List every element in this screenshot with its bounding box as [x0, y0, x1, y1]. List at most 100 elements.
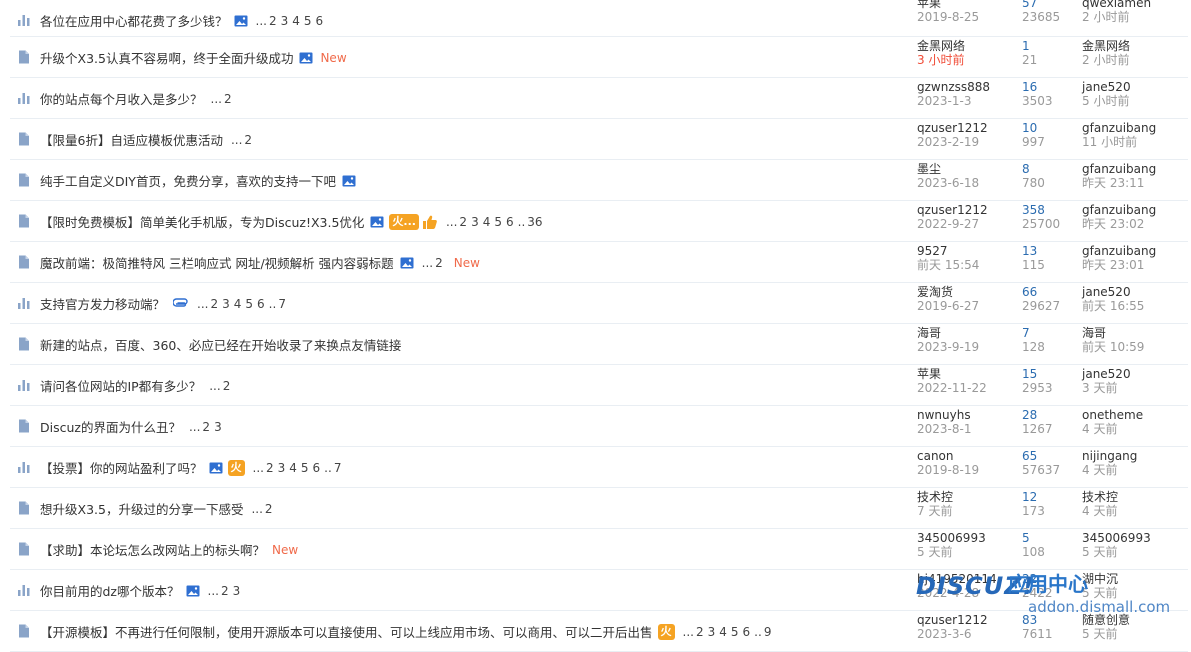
reply-count[interactable]: 16	[1022, 80, 1082, 94]
thread-title-link[interactable]: 你的站点每个月收入是多少？	[40, 89, 203, 108]
last-post-time[interactable]: 5 小时前	[1082, 94, 1182, 108]
reply-count[interactable]: 65	[1022, 449, 1082, 463]
thread-title-link[interactable]: 想升级X3.5，升级过的分享一下感受	[40, 499, 243, 518]
thread-title-link[interactable]: 【求助】本论坛怎么改网站上的标头啊？	[40, 540, 265, 559]
thread-title-link[interactable]: 各位在应用中心都花费了多少钱？	[40, 11, 228, 30]
thread-title-link[interactable]: 【投票】你的网站盈利了吗？	[40, 458, 203, 477]
last-poster[interactable]: qwexiamen	[1082, 0, 1182, 10]
reply-count[interactable]: 1	[1022, 39, 1082, 53]
thread-title-link[interactable]: 新建的站点，百度、360、必应已经在开始收录了来换点友情链接	[40, 335, 401, 354]
page-link[interactable]: 2	[224, 92, 232, 106]
page-link[interactable]: 3	[471, 215, 479, 229]
thread-title-link[interactable]: 升级个X3.5认真不容易啊，终于全面升级成功	[40, 48, 293, 67]
page-link[interactable]: 5	[245, 297, 253, 311]
page-link[interactable]: 3	[233, 584, 241, 598]
page-link[interactable]: 9	[764, 625, 772, 639]
page-link[interactable]: 3	[708, 625, 716, 639]
author-name[interactable]: 苹果	[917, 0, 1017, 10]
reply-count[interactable]: 358	[1022, 203, 1082, 217]
last-post-time[interactable]: 昨天 23:01	[1082, 258, 1182, 272]
page-link[interactable]: 4	[483, 215, 491, 229]
page-link[interactable]: 2	[265, 502, 273, 516]
thread-title-link[interactable]: 支持官方发力移动端？	[40, 294, 165, 313]
last-post-time[interactable]: 4 天前	[1082, 463, 1182, 477]
last-post-time[interactable]: 3 天前	[1082, 381, 1182, 395]
author-name[interactable]: qzuser1212	[917, 613, 1017, 627]
page-link[interactable]: 3	[222, 297, 230, 311]
page-link[interactable]: 5	[494, 215, 502, 229]
reply-count[interactable]: 15	[1022, 367, 1082, 381]
page-link[interactable]: 2	[223, 379, 231, 393]
reply-count[interactable]: 8	[1022, 162, 1082, 176]
last-post-time[interactable]: 前天 16:55	[1082, 299, 1182, 313]
page-link[interactable]: 2	[435, 256, 443, 270]
page-link[interactable]: 5	[731, 625, 739, 639]
author-name[interactable]: gzwnzss888	[917, 80, 1017, 94]
page-link[interactable]: 6	[257, 297, 265, 311]
author-name[interactable]: canon	[917, 449, 1017, 463]
page-link[interactable]: 2	[244, 133, 252, 147]
last-poster[interactable]: 湖中沉	[1082, 572, 1182, 586]
page-link[interactable]: 3	[214, 420, 222, 434]
author-name[interactable]: 9527	[917, 244, 1017, 258]
page-link[interactable]: 5	[304, 14, 312, 28]
thread-title-link[interactable]: 【限时免费模板】简单美化手机版，专为Discuz!X3.5优化	[40, 212, 364, 231]
page-link[interactable]: 6	[316, 14, 324, 28]
last-poster[interactable]: 金黑网络	[1082, 39, 1182, 53]
last-poster[interactable]: 海哥	[1082, 326, 1182, 340]
reply-count[interactable]: 5	[1022, 531, 1082, 545]
thread-title-link[interactable]: 你目前用的dz哪个版本？	[40, 581, 180, 600]
last-post-time[interactable]: 2 小时前	[1082, 53, 1182, 67]
page-link[interactable]: 2	[266, 461, 274, 475]
last-poster[interactable]: nijingang	[1082, 449, 1182, 463]
last-post-time[interactable]: 2 小时前	[1082, 10, 1182, 24]
last-post-time[interactable]: 5 天前	[1082, 545, 1182, 559]
thread-title-link[interactable]: 【开源模板】不再进行任何限制，使用开源版本可以直接使用、可以上线应用市场、可以商…	[40, 622, 653, 641]
reply-count[interactable]: 22	[1022, 572, 1082, 586]
page-link[interactable]: 6	[506, 215, 514, 229]
last-post-time[interactable]: 4 天前	[1082, 504, 1182, 518]
page-link[interactable]: 2	[269, 14, 277, 28]
page-link[interactable]: 2	[696, 625, 704, 639]
last-poster[interactable]: gfanzuibang	[1082, 244, 1182, 258]
page-link[interactable]: 4	[292, 14, 300, 28]
last-poster[interactable]: gfanzuibang	[1082, 121, 1182, 135]
reply-count[interactable]: 12	[1022, 490, 1082, 504]
last-poster[interactable]: 技术控	[1082, 490, 1182, 504]
author-name[interactable]: 墨尘	[917, 162, 1017, 176]
page-link[interactable]: 36	[527, 215, 542, 229]
author-name[interactable]: hj419520114	[917, 572, 1017, 586]
author-name[interactable]: 爱淘货	[917, 285, 1017, 299]
last-post-time[interactable]: 5 天前	[1082, 627, 1182, 641]
page-link[interactable]: 6	[313, 461, 321, 475]
page-link[interactable]: 5	[301, 461, 309, 475]
page-link[interactable]: 3	[281, 14, 289, 28]
thread-title-link[interactable]: 纯手工自定义DIY首页，免费分享，喜欢的支持一下吧	[40, 171, 336, 190]
thread-title-link[interactable]: Discuz的界面为什么丑？	[40, 417, 181, 436]
thread-title-link[interactable]: 【限量6折】自适应模板优惠活动	[40, 130, 223, 149]
page-link[interactable]: 2	[459, 215, 467, 229]
author-name[interactable]: nwnuyhs	[917, 408, 1017, 422]
last-post-time[interactable]: 11 小时前	[1082, 135, 1182, 149]
author-name[interactable]: qzuser1212	[917, 121, 1017, 135]
reply-count[interactable]: 10	[1022, 121, 1082, 135]
last-poster[interactable]: gfanzuibang	[1082, 162, 1182, 176]
reply-count[interactable]: 57	[1022, 0, 1082, 10]
page-link[interactable]: 2	[202, 420, 210, 434]
reply-count[interactable]: 28	[1022, 408, 1082, 422]
last-post-time[interactable]: 5 天前	[1082, 586, 1182, 600]
last-poster[interactable]: jane520	[1082, 285, 1182, 299]
page-link[interactable]: 7	[334, 461, 342, 475]
page-link[interactable]: 4	[289, 461, 297, 475]
author-name[interactable]: 海哥	[917, 326, 1017, 340]
author-name[interactable]: 技术控	[917, 490, 1017, 504]
thread-title-link[interactable]: 魔改前端：极简推特风 三栏响应式 网址/视频解析 强内容弱标题	[40, 253, 394, 272]
last-poster[interactable]: jane520	[1082, 367, 1182, 381]
page-link[interactable]: 4	[234, 297, 242, 311]
reply-count[interactable]: 13	[1022, 244, 1082, 258]
page-link[interactable]: 4	[719, 625, 727, 639]
thread-title-link[interactable]: 请问各位网站的IP都有多少？	[40, 376, 201, 395]
last-poster[interactable]: gfanzuibang	[1082, 203, 1182, 217]
reply-count[interactable]: 66	[1022, 285, 1082, 299]
last-post-time[interactable]: 4 天前	[1082, 422, 1182, 436]
